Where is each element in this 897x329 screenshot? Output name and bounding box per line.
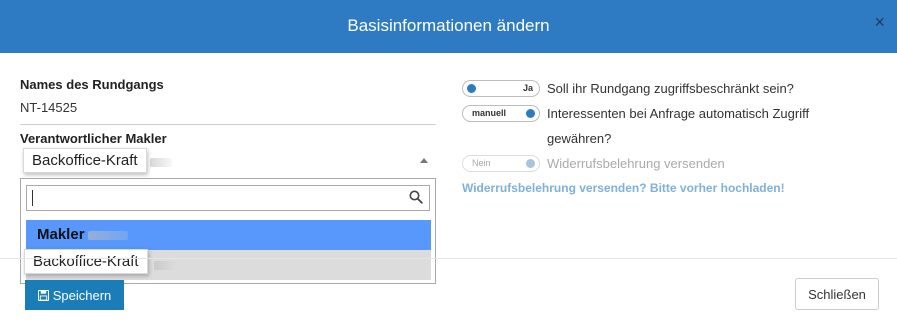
- auto-access-text-2: gewähren?: [547, 131, 612, 146]
- toggle-knob: [467, 84, 476, 93]
- redacted-text: [88, 231, 128, 240]
- selected-value-tooltip: Backoffice-Kraft: [23, 148, 147, 173]
- toggle-widerruf[interactable]: Nein: [462, 155, 540, 172]
- footer-divider: [0, 258, 897, 259]
- toggle-auto-access[interactable]: manuell: [462, 105, 540, 122]
- floppy-disk-icon: [37, 289, 49, 301]
- redacted-text: [150, 158, 172, 167]
- save-button[interactable]: Speichern: [25, 280, 124, 310]
- toggle-knob: [526, 159, 535, 168]
- close-button[interactable]: Schließen: [795, 278, 879, 310]
- dialog-header: Basisinformationen ändern ×: [0, 0, 897, 53]
- search-icon: [409, 190, 423, 204]
- tour-name-label: Names des Rundgangs: [20, 77, 164, 92]
- option-tooltip: Backoffice-Kraft: [24, 249, 148, 274]
- save-button-label: Speichern: [52, 287, 112, 303]
- close-button-label: Schließen: [808, 286, 866, 302]
- caret-up-icon[interactable]: [420, 158, 428, 163]
- auto-access-text: Interessenten bei Anfrage automatisch Zu…: [547, 106, 810, 121]
- access-restricted-text: Soll ihr Rundgang zugriffsbeschränkt sei…: [547, 81, 794, 96]
- toggle-state-label: manuell: [472, 108, 507, 118]
- dropdown-search-input[interactable]: [26, 185, 430, 211]
- upload-widerruf-link[interactable]: Widerrufsbelehrung versenden? Bitte vorh…: [462, 181, 785, 195]
- tour-name-underline: [20, 124, 436, 125]
- toggle-knob: [526, 109, 535, 118]
- text-cursor: [32, 190, 33, 206]
- close-icon[interactable]: ×: [874, 13, 885, 31]
- toggle-state-label: Nein: [472, 158, 491, 168]
- dropdown-option-makler[interactable]: Makler: [26, 220, 431, 250]
- tour-name-value[interactable]: NT-14525: [20, 100, 77, 115]
- option-label: Makler: [37, 226, 85, 243]
- makler-label: Verantwortlicher Makler: [20, 131, 167, 146]
- toggle-access-restricted[interactable]: Ja: [462, 80, 540, 97]
- widerruf-text: Widerrufsbelehrung versenden: [547, 156, 725, 171]
- dialog: Basisinformationen ändern × Names des Ru…: [0, 0, 897, 329]
- toggle-state-label: Ja: [522, 83, 533, 93]
- dialog-title: Basisinformationen ändern: [347, 16, 550, 35]
- redacted-text: [154, 261, 176, 270]
